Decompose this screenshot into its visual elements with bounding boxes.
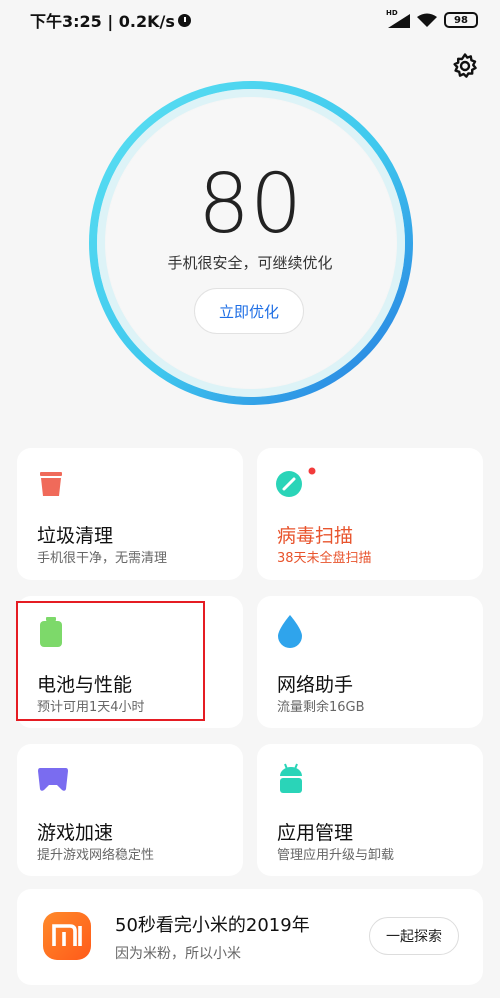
mi-logo [43,912,91,960]
highlight-box [16,601,205,721]
scan-icon [276,467,316,497]
status-time: 下午3:25 | 0.2K/s [30,12,175,31]
network-type-label: HD [386,9,398,17]
status-left: 下午3:25 | 0.2K/s [30,8,191,32]
card-cleaner[interactable]: 垃圾清理 手机很干净，无需清理 [17,448,243,580]
card-subtitle: 38天未全盘扫描 [277,551,372,566]
explore-button[interactable]: 一起探索 [369,917,459,955]
android-icon [280,763,302,793]
gamepad-icon [38,768,68,791]
card-title: 病毒扫描 [277,525,354,547]
battery-indicator: 98 [444,12,478,28]
card-apps[interactable]: 应用管理 管理应用升级与卸载 [257,744,483,876]
card-subtitle: 手机很干净，无需清理 [37,551,168,566]
status-right: HD 98 [386,9,478,28]
security-caption: 手机很安全，可继续优化 [167,254,333,272]
card-title: 垃圾清理 [37,525,114,547]
card-subtitle: 流量剩余16GB [277,700,365,715]
clock-icon [177,13,191,27]
card-game[interactable]: 游戏加速 提升游戏网络稳定性 [17,744,243,876]
gear-icon[interactable] [451,52,479,80]
promo-subtitle: 因为米粉，所以小米 [115,946,241,962]
card-title: 网络助手 [277,674,354,696]
promo-card[interactable]: 50秒看完小米的2019年 因为米粉，所以小米 一起探索 [17,889,483,985]
card-title: 游戏加速 [37,822,114,844]
card-title: 应用管理 [277,822,354,844]
status-bar: 下午3:25 | 0.2K/s HD 98 [0,0,500,40]
wifi-icon [417,13,437,27]
card-subtitle: 管理应用升级与卸载 [277,848,395,863]
battery-level: 98 [454,14,468,26]
card-virus-scan[interactable]: 病毒扫描 38天未全盘扫描 [257,448,483,580]
signal-icon: HD [386,9,410,28]
trash-icon [40,472,62,496]
droplet-icon [278,615,302,648]
promo-title: 50秒看完小米的2019年 [115,915,310,936]
card-subtitle: 提升游戏网络稳定性 [37,848,155,863]
optimize-button[interactable]: 立即优化 [194,288,304,334]
card-network[interactable]: 网络助手 流量剩余16GB [257,596,483,728]
security-score: 80 [197,157,303,252]
